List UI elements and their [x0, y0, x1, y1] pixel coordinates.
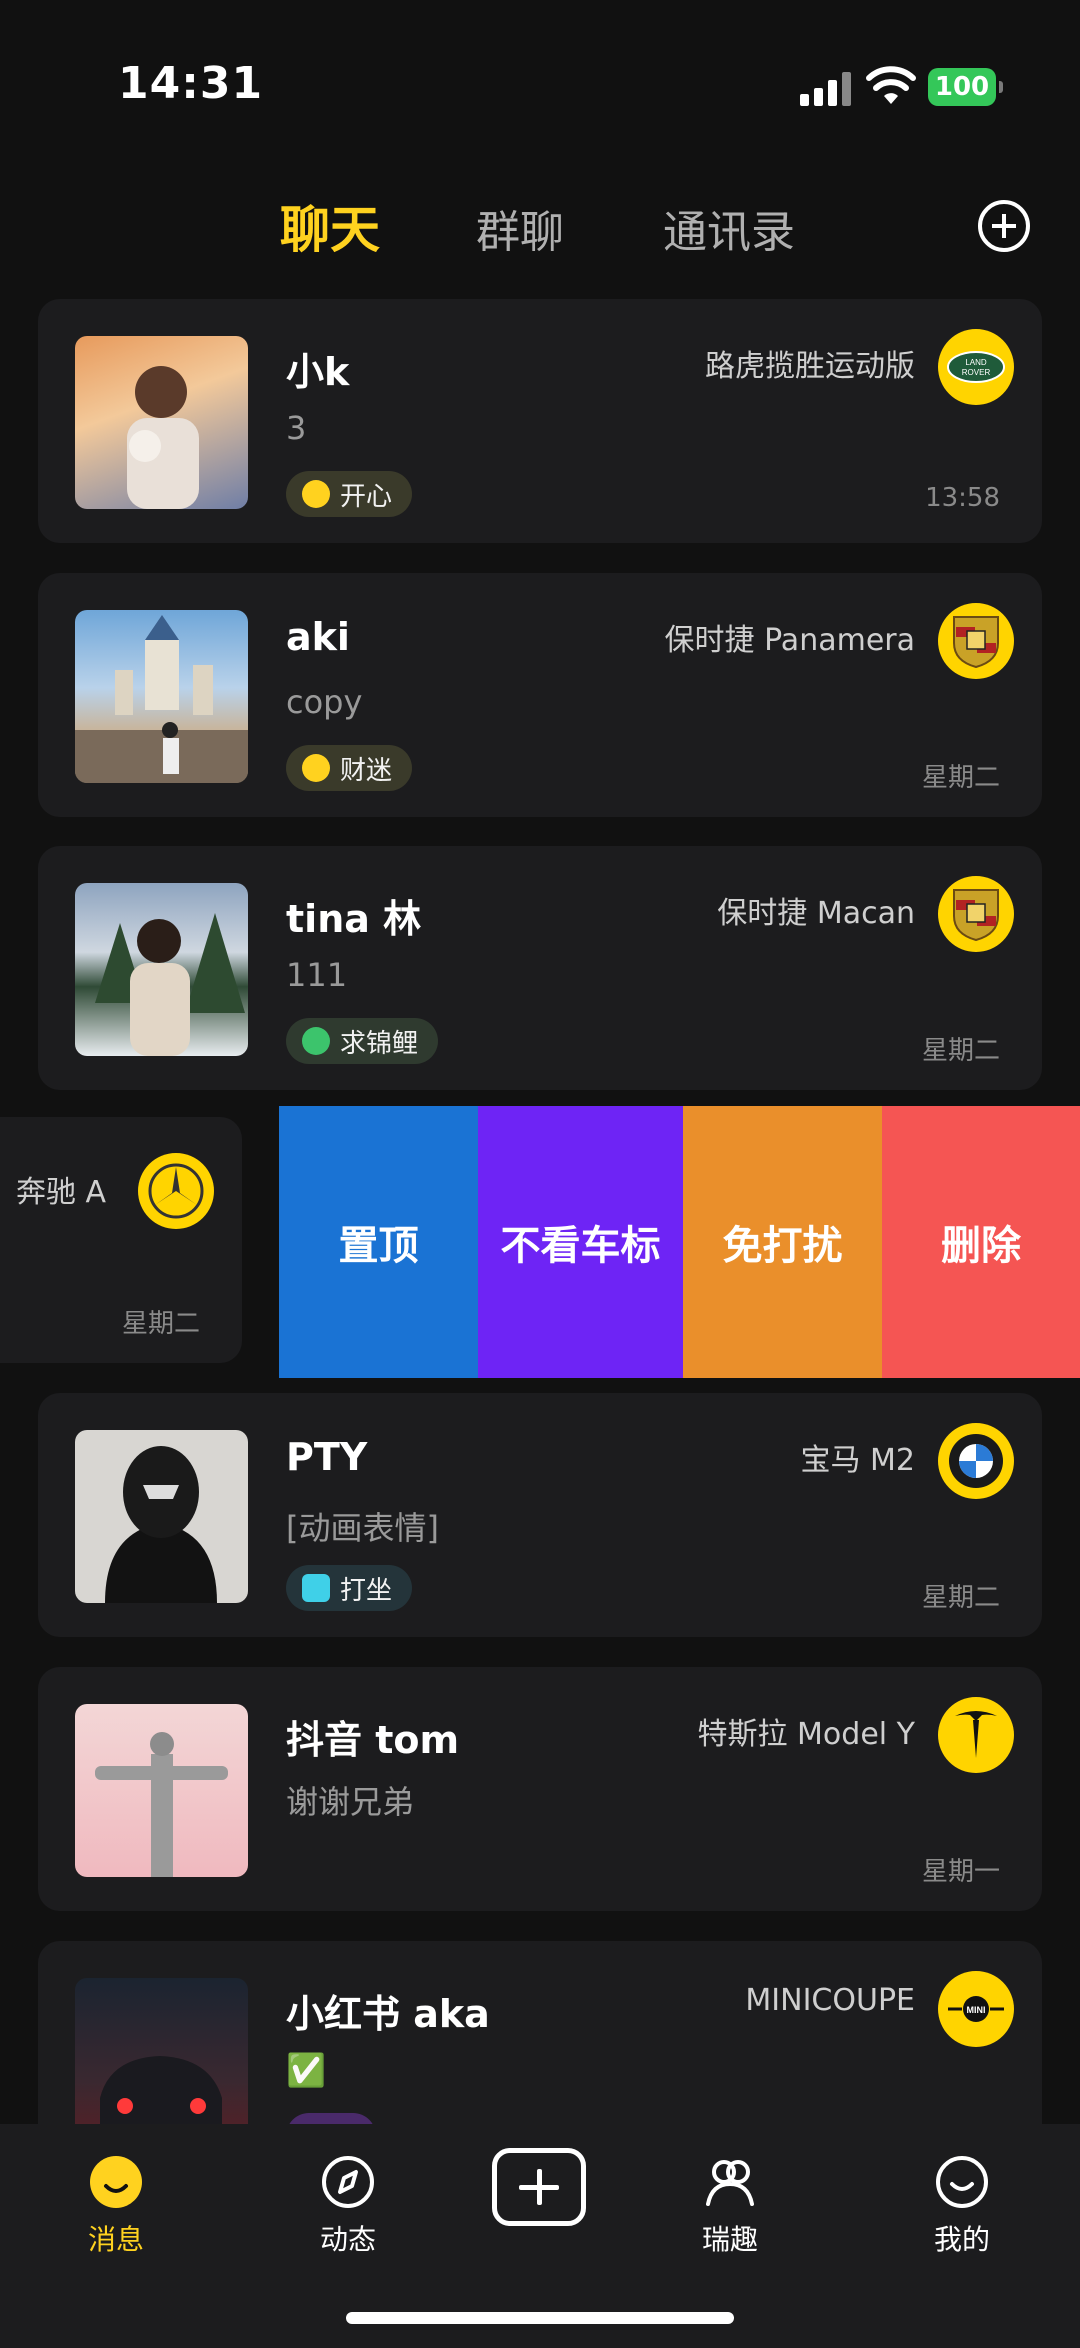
nav-label: 动态: [319, 2223, 376, 2256]
avatar: [75, 336, 248, 509]
home-indicator: [346, 2312, 734, 2324]
contact-name: 小红书 aka: [286, 1992, 490, 2036]
chat-row[interactable]: aki copy 财迷 保时捷 Panamera 星期二: [38, 573, 1042, 817]
svg-text:MINI: MINI: [967, 2005, 986, 2015]
chat-row[interactable]: tina 林 111 求锦鲤 保时捷 Macan 星期二: [38, 846, 1042, 1090]
car-model: 保时捷 Panamera: [664, 623, 915, 658]
hide-car-logo-button[interactable]: 不看车标: [478, 1106, 683, 1378]
message-face-icon: [90, 2156, 142, 2208]
chat-row[interactable]: PTY [动画表情] 打坐 宝马 M2 星期二: [38, 1393, 1042, 1637]
status-time: 14:31: [118, 58, 264, 109]
compass-icon: [322, 2156, 374, 2208]
top-tabs: 聊天 群聊 通讯录: [0, 190, 1080, 270]
timestamp: 星期二: [921, 1583, 1000, 1613]
porsche-logo-icon: [938, 603, 1014, 679]
last-message: ✅: [286, 2051, 326, 2089]
car-model: 特斯拉 Model Y: [697, 1717, 915, 1752]
mood-label: 财迷: [340, 755, 393, 786]
money-emoji-icon: [302, 754, 330, 782]
svg-text:LAND: LAND: [965, 358, 987, 367]
nav-label: 消息: [87, 2223, 144, 2256]
smile-icon: [936, 2156, 988, 2208]
wifi-icon: [866, 66, 916, 104]
avatar: [75, 610, 248, 783]
chat-row[interactable]: 抖音 tom 谢谢兄弟 特斯拉 Model Y 星期一: [38, 1667, 1042, 1911]
last-message: 3: [286, 409, 307, 447]
status-bar: 14:31 100: [0, 0, 1080, 175]
people-icon: [706, 2160, 754, 2206]
last-message: 111: [286, 956, 348, 994]
delete-button[interactable]: 删除: [882, 1106, 1080, 1378]
avatar: [75, 1430, 248, 1603]
mood-label: 开心: [340, 481, 393, 512]
tab-group-chat[interactable]: 群聊: [476, 196, 564, 260]
mood-label: 求锦鲤: [340, 1028, 419, 1059]
contact-name: 抖音 tom: [286, 1718, 460, 1762]
porsche-logo-icon: [938, 876, 1014, 952]
car-model: 宝马 M2: [800, 1443, 915, 1478]
car-model: MINICOUPE: [745, 1983, 915, 2018]
pin-to-top-button[interactable]: 置顶: [279, 1106, 478, 1378]
svg-text:ROVER: ROVER: [962, 368, 991, 377]
cellular-signal-icon: [800, 70, 852, 106]
nav-label: 瑞趣: [701, 2223, 758, 2256]
contact-name: PTY: [286, 1435, 368, 1479]
avatar: [75, 883, 248, 1056]
tab-chat[interactable]: 聊天: [280, 190, 380, 262]
car-model: 保时捷 Macan: [717, 896, 915, 931]
chat-row[interactable]: 小k 3 开心 路虎揽胜运动版 LAND ROVER 13:58: [38, 299, 1042, 543]
contact-name: 小k: [286, 350, 350, 394]
car-model: 路虎揽胜运动版: [705, 349, 915, 384]
last-message: [动画表情]: [286, 1509, 439, 1547]
meditate-icon: [302, 1574, 330, 1602]
add-circle-icon[interactable]: [978, 200, 1030, 252]
land-rover-logo-icon: LAND ROVER: [938, 329, 1014, 405]
chat-row-swiped[interactable]: 奔驰 A 星期二: [0, 1117, 242, 1363]
timestamp: 星期二: [121, 1309, 200, 1339]
tesla-logo-icon: [938, 1697, 1014, 1773]
contact-name: tina 林: [286, 897, 422, 941]
bmw-logo-icon: [938, 1423, 1014, 1499]
car-model: 奔驰 A: [15, 1175, 106, 1210]
timestamp: 星期二: [921, 1036, 1000, 1066]
mood-badge: 打坐: [286, 1565, 413, 1611]
last-message: copy: [286, 683, 363, 721]
mood-badge: 求锦鲤: [286, 1018, 439, 1064]
timestamp: 星期二: [921, 763, 1000, 793]
last-message: 谢谢兄弟: [286, 1783, 415, 1821]
koi-fish-icon: [302, 1027, 330, 1055]
create-post-button[interactable]: [492, 2148, 586, 2226]
swipe-actions: 置顶 不看车标 免打扰 删除: [279, 1106, 1080, 1378]
mercedes-logo-icon: [138, 1153, 214, 1229]
timestamp: 星期一: [921, 1857, 1000, 1887]
battery-indicator: 100: [928, 68, 1003, 106]
mood-badge: 开心: [286, 471, 413, 517]
mini-logo-icon: MINI: [938, 1971, 1014, 2047]
do-not-disturb-button[interactable]: 免打扰: [683, 1106, 882, 1378]
tab-contacts[interactable]: 通讯录: [663, 196, 795, 260]
mood-badge: 财迷: [286, 745, 413, 791]
nav-label: 我的: [933, 2223, 990, 2256]
mood-label: 打坐: [340, 1575, 393, 1606]
timestamp: 13:58: [925, 483, 1000, 513]
avatar: [75, 1704, 248, 1877]
contact-name: aki: [286, 615, 350, 659]
smile-emoji-icon: [302, 480, 330, 508]
